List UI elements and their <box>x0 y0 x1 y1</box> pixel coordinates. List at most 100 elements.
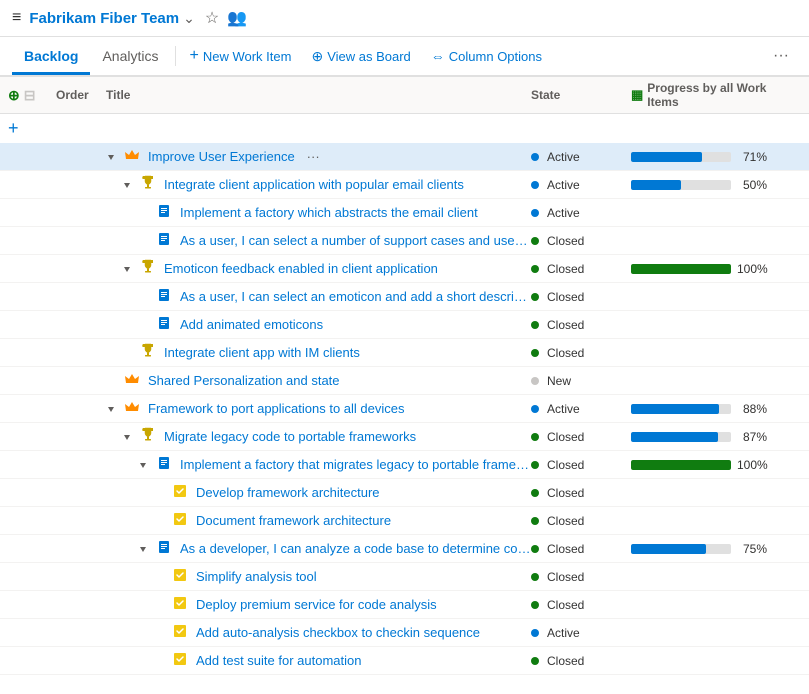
item-title-text[interactable]: Develop framework architecture <box>196 485 380 500</box>
row-state: Closed <box>531 290 631 304</box>
tab-backlog[interactable]: Backlog <box>12 40 90 75</box>
state-dot <box>531 405 539 413</box>
column-options-button[interactable]: ⇔ Column Options <box>421 42 552 70</box>
state-text: Closed <box>547 486 584 500</box>
add-row-icon[interactable]: ⊕ <box>8 87 20 104</box>
team-name: Fabrikam Fiber Team <box>29 10 179 27</box>
item-title-text[interactable]: As a user, I can select a number of supp… <box>180 233 531 248</box>
table-row: Simplify analysis tool Closed <box>0 563 809 591</box>
item-title-text[interactable]: Simplify analysis tool <box>196 569 317 584</box>
row-title: Simplify analysis tool <box>106 567 531 586</box>
item-title-text[interactable]: Shared Personalization and state <box>148 373 340 388</box>
item-title-text[interactable]: As a developer, I can analyze a code bas… <box>180 541 531 556</box>
grid-icon[interactable]: ≡ <box>12 9 21 27</box>
star-icon[interactable]: ☆ <box>205 8 219 28</box>
item-title-text[interactable]: Document framework architecture <box>196 513 391 528</box>
state-dot <box>531 629 539 637</box>
item-title-text[interactable]: Add test suite for automation <box>196 653 361 668</box>
state-text: Active <box>547 402 580 416</box>
view-as-board-button[interactable]: ⊕ View as Board <box>301 42 420 71</box>
item-title-text[interactable]: Integrate client application with popula… <box>164 177 464 192</box>
table-row: Implement a factory which abstracts the … <box>0 199 809 227</box>
table-row: Improve User Experience ··· Active 71% <box>0 143 809 171</box>
progress-bar-fill <box>631 404 719 414</box>
expand-icon[interactable] <box>138 460 152 470</box>
remove-row-icon[interactable]: ⊟ <box>24 87 36 104</box>
row-state: Closed <box>531 654 631 668</box>
state-text: Closed <box>547 290 584 304</box>
progress-percent: 50% <box>737 178 767 192</box>
row-state: Closed <box>531 570 631 584</box>
column-icon: ⇔ <box>431 48 445 64</box>
row-progress: 100% <box>631 262 801 276</box>
state-text: Closed <box>547 654 584 668</box>
board-icon: ⊕ <box>311 48 323 65</box>
table-row: As a developer, I can analyze a code bas… <box>0 535 809 563</box>
item-type-icon <box>172 483 188 502</box>
progress-bar-fill <box>631 432 718 442</box>
item-title-text[interactable]: Add auto-analysis checkbox to checkin se… <box>196 625 480 640</box>
state-dot <box>531 349 539 357</box>
state-dot <box>531 545 539 553</box>
row-title: Emoticon feedback enabled in client appl… <box>106 259 531 278</box>
state-text: Closed <box>547 458 584 472</box>
row-title: Add auto-analysis checkbox to checkin se… <box>106 623 531 642</box>
item-title-text[interactable]: As a user, I can select an emoticon and … <box>180 289 531 304</box>
add-row[interactable]: + <box>0 114 809 143</box>
table-row: Document framework architectureClosed <box>0 507 809 535</box>
row-progress: 100% <box>631 458 801 472</box>
item-title-text[interactable]: Integrate client app with IM clients <box>164 345 360 360</box>
expand-icon[interactable] <box>122 432 136 442</box>
order-column-header: Order <box>56 88 106 102</box>
table-row: As a user, I can select an emoticon and … <box>0 283 809 311</box>
expand-icon[interactable] <box>122 180 136 190</box>
expand-icon[interactable] <box>106 152 120 162</box>
table-row: Develop framework architecture Closed <box>0 479 809 507</box>
nav-bar: Backlog Analytics + New Work Item ⊕ View… <box>0 37 809 77</box>
progress-bar-wrap <box>631 152 731 162</box>
chevron-icon[interactable]: ⌄ <box>183 10 195 27</box>
item-title-text[interactable]: Implement a factory which abstracts the … <box>180 205 478 220</box>
expand-icon[interactable] <box>122 264 136 274</box>
progress-percent: 71% <box>737 150 767 164</box>
tab-analytics[interactable]: Analytics <box>90 40 170 75</box>
item-title-text[interactable]: Framework to port applications to all de… <box>148 401 405 416</box>
progress-chart-icon: ▦ <box>631 87 643 103</box>
row-state: Active <box>531 150 631 164</box>
table-row: Implement a factory that migrates legacy… <box>0 451 809 479</box>
item-title-text[interactable]: Emoticon feedback enabled in client appl… <box>164 261 438 276</box>
row-title: As a user, I can select an emoticon and … <box>106 287 531 306</box>
row-more-button[interactable]: ··· <box>307 149 320 164</box>
item-type-icon <box>124 371 140 390</box>
item-title-text[interactable]: Add animated emoticons <box>180 317 323 332</box>
state-text: Closed <box>547 234 584 248</box>
table-body: Improve User Experience ··· Active 71% Integ… <box>0 143 809 675</box>
person-icon[interactable]: 👥 <box>227 8 247 28</box>
progress-bar-fill <box>631 544 706 554</box>
plus-icon: + <box>190 47 199 65</box>
state-dot <box>531 377 539 385</box>
row-state: Closed <box>531 486 631 500</box>
item-title-text[interactable]: Migrate legacy code to portable framewor… <box>164 429 416 444</box>
row-progress: 87% <box>631 430 801 444</box>
state-text: Closed <box>547 570 584 584</box>
more-menu-button[interactable]: ··· <box>765 41 797 71</box>
expand-icon[interactable] <box>106 404 120 414</box>
state-dot <box>531 265 539 273</box>
row-state: Active <box>531 402 631 416</box>
item-title-text[interactable]: Deploy premium service for code analysis <box>196 597 437 612</box>
row-title: Integrate client app with IM clients <box>106 343 531 362</box>
item-title-text[interactable]: Improve User Experience <box>148 149 295 164</box>
progress-bar-fill <box>631 264 731 274</box>
item-type-icon <box>156 315 172 334</box>
state-column-header: State <box>531 88 631 102</box>
progress-bar-wrap <box>631 404 731 414</box>
expand-icon[interactable] <box>138 544 152 554</box>
row-title: Develop framework architecture <box>106 483 531 502</box>
row-title: Integrate client application with popula… <box>106 175 531 194</box>
progress-bar-fill <box>631 180 681 190</box>
new-work-item-button[interactable]: + New Work Item <box>180 41 302 71</box>
item-title-text[interactable]: Implement a factory that migrates legacy… <box>180 457 531 472</box>
header-icons: ⊕ ⊟ <box>8 87 56 104</box>
state-dot <box>531 209 539 217</box>
